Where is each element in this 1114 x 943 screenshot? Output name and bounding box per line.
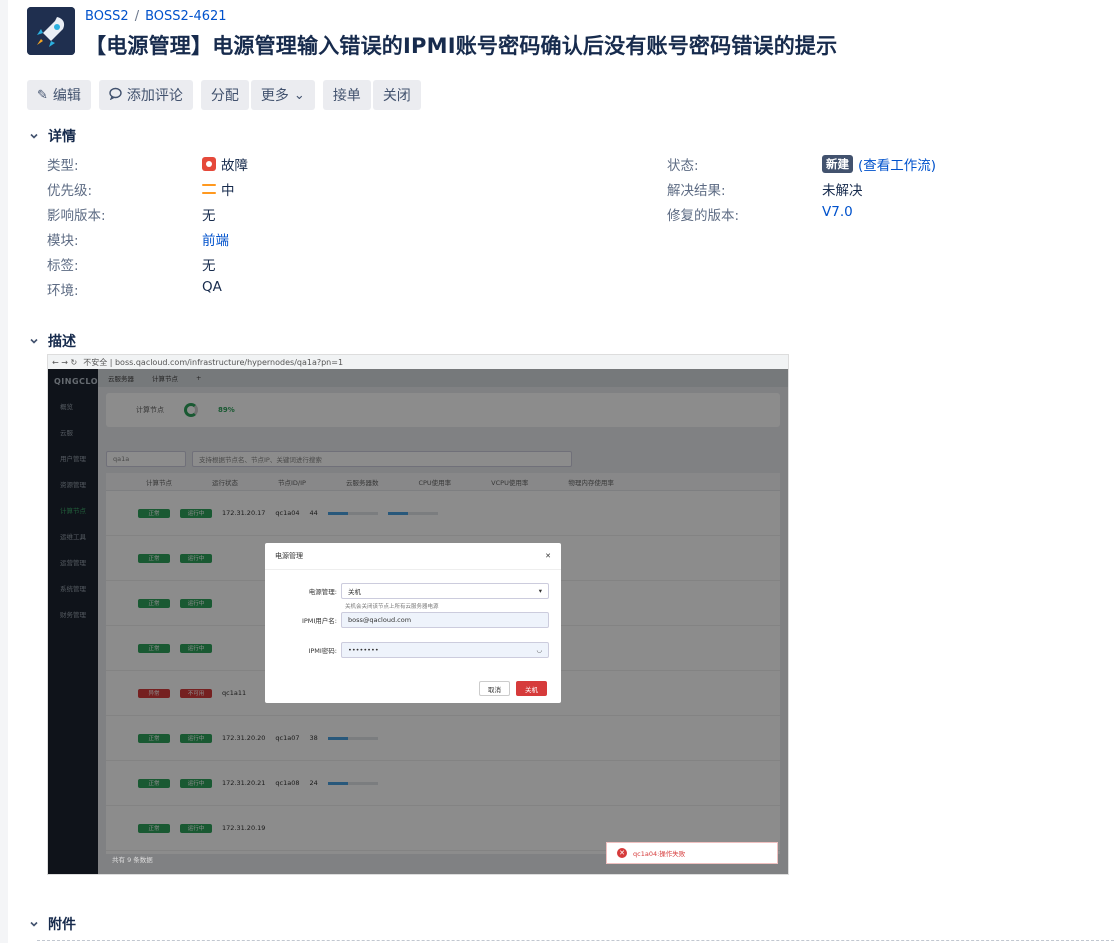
edit-button[interactable]: ✎ 编辑 <box>27 80 91 110</box>
details-heading: 详情 <box>48 129 76 145</box>
ipmi-user-input: boss@qacloud.com <box>341 612 549 628</box>
type-text: 故障 <box>221 158 248 174</box>
project-avatar[interactable] <box>27 7 75 55</box>
ipmi-user-row: IPMI用户名: boss@qacloud.com <box>275 612 549 628</box>
component-value: 前端 <box>202 229 229 249</box>
ipmi-password-row: IPMI密码: •••••••• ◡ <box>275 642 549 658</box>
browser-url-bar: ← → ↻ 不安全 | boss.qacloud.com/infrastruct… <box>48 355 788 369</box>
chevron-down-icon <box>27 917 41 931</box>
ipmi-password-input: •••••••• ◡ <box>341 642 549 658</box>
power-row: 电源管理: 关机 ▾ <box>275 583 549 599</box>
resolution-label: 解决结果: <box>667 183 726 199</box>
edit-button-label: 编辑 <box>52 88 81 104</box>
accept-button[interactable]: 接单 <box>322 80 371 110</box>
bug-icon <box>202 157 216 171</box>
add-comment-button-label: 添加评论 <box>126 88 183 104</box>
page-title: 【电源管理】电源管理输入错误的IPMI账号密码确认后没有账号密码错误的提示 <box>85 34 838 58</box>
error-toast: ✕ qc1a04:操作失败 <box>606 842 778 864</box>
status-badge: 新建 <box>822 155 853 173</box>
type-value: 故障 <box>202 154 248 174</box>
close-button[interactable]: 关闭 <box>372 80 421 110</box>
environment-label: 环境: <box>47 283 79 299</box>
error-toast-text: qc1a04:操作失败 <box>633 850 686 858</box>
priority-medium-icon <box>202 184 216 194</box>
nav-arrows-icon: ← → ↻ <box>52 357 78 367</box>
attachments-heading: 附件 <box>48 917 76 933</box>
type-label: 类型: <box>47 158 79 174</box>
power-value: 关机 <box>348 588 361 596</box>
description-heading: 描述 <box>48 334 76 350</box>
fix-version-link[interactable]: V7.0 <box>822 204 853 220</box>
error-icon: ✕ <box>617 848 627 858</box>
attachments-section-toggle[interactable]: 附件 <box>27 914 76 934</box>
power-label: 电源管理: <box>308 588 337 596</box>
breadcrumb: BOSS2 / BOSS2-4621 <box>85 9 227 24</box>
breadcrumb-separator: / <box>134 9 140 24</box>
fix-version-label: 修复的版本: <box>667 208 740 224</box>
chevron-down-icon: ⌄ <box>293 87 305 103</box>
more-button[interactable]: 更多 ⌄ <box>250 80 315 110</box>
chevron-down-icon <box>27 129 41 143</box>
priority-text: 中 <box>221 183 235 199</box>
breadcrumb-issue-link[interactable]: BOSS2-4621 <box>145 9 226 24</box>
details-section-toggle[interactable]: 详情 <box>27 126 76 146</box>
dialog-header: 电源管理 ✕ <box>265 543 561 570</box>
attachments-dropzone[interactable] <box>37 940 1114 941</box>
dialog-footer: 取消 关机 <box>479 681 547 696</box>
description-section-toggle[interactable]: 描述 <box>27 331 76 351</box>
affects-version-label: 影响版本: <box>47 208 106 224</box>
power-select: 关机 ▾ <box>341 583 549 599</box>
ipmi-user-label: IPMI用户名: <box>301 617 337 625</box>
power-management-dialog: 电源管理 ✕ 电源管理: 关机 ▾ 关机会关闭该节点上所有云服务器电源 IPMI… <box>265 543 561 703</box>
fix-version-value: V7.0 <box>822 204 853 220</box>
comment-icon <box>109 87 122 104</box>
embedded-total: 共有 9 条数据 <box>112 856 153 864</box>
eye-icon: ◡ <box>536 646 542 654</box>
url-text: 不安全 | boss.qacloud.com/infrastructure/hy… <box>83 357 344 367</box>
ipmi-password-value: •••••••• <box>348 646 379 654</box>
pencil-icon: ✎ <box>37 87 48 103</box>
power-hint: 关机会关闭该节点上所有云服务器电源 <box>345 604 439 610</box>
component-link[interactable]: 前端 <box>202 229 229 249</box>
ipmi-password-label: IPMI密码: <box>308 647 337 655</box>
environment-value: QA <box>202 279 222 295</box>
status-label: 状态: <box>667 158 699 174</box>
resolution-value: 未解决 <box>822 183 863 199</box>
rocket-icon <box>27 7 75 55</box>
priority-value: 中 <box>202 179 235 199</box>
caret-down-icon: ▾ <box>538 587 542 595</box>
affects-version-value: 无 <box>202 208 216 224</box>
issue-page: BOSS2 / BOSS2-4621 【电源管理】电源管理输入错误的IPMI账号… <box>8 0 1114 943</box>
labels-label: 标签: <box>47 258 79 274</box>
view-workflow-link[interactable]: (查看工作流) <box>858 154 936 174</box>
labels-value: 无 <box>202 258 216 274</box>
more-button-label: 更多 <box>260 88 289 104</box>
component-label: 模块: <box>47 233 79 249</box>
issue-toolbar: ✎ 编辑 添加评论 分配 更多 ⌄ 接单 关闭 <box>27 80 423 110</box>
status-value: 新建 (查看工作流) <box>822 154 936 174</box>
close-icon: ✕ <box>545 552 551 560</box>
dialog-cancel-button: 取消 <box>479 681 510 696</box>
description-screenshot[interactable]: ← → ↻ 不安全 | boss.qacloud.com/infrastruct… <box>47 354 789 875</box>
priority-label: 优先级: <box>47 183 93 199</box>
dialog-title: 电源管理 <box>275 552 303 560</box>
chevron-down-icon <box>27 334 41 348</box>
dialog-confirm-button: 关机 <box>516 681 547 696</box>
breadcrumb-project-link[interactable]: BOSS2 <box>85 9 129 24</box>
assign-button[interactable]: 分配 <box>200 80 249 110</box>
add-comment-button[interactable]: 添加评论 <box>98 80 193 110</box>
